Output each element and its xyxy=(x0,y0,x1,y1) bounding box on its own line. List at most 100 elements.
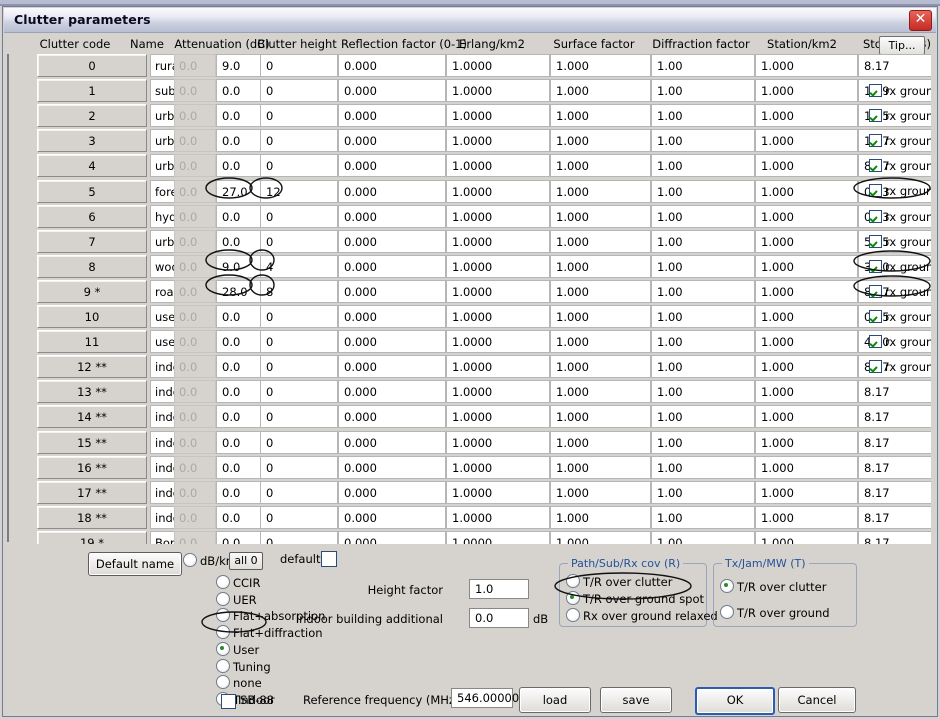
model-option-user[interactable]: User xyxy=(216,641,259,657)
cell-atten[interactable]: 0.0 xyxy=(216,380,264,404)
cell-stddev[interactable]: 8.17 xyxy=(858,530,931,544)
cell-height[interactable]: 0 xyxy=(260,480,338,504)
table-row[interactable]: 6hydro0.00.000.0001.00001.0001.001.0000.… xyxy=(9,204,931,230)
cell-height[interactable]: 8 xyxy=(260,279,338,303)
cell-erlang[interactable]: 1.0000 xyxy=(446,154,550,178)
cell-surface[interactable]: 1.000 xyxy=(550,455,651,479)
cell-erlang[interactable]: 1.0000 xyxy=(446,355,550,379)
cell-erlang[interactable]: 1.0000 xyxy=(446,129,550,153)
cell-atten[interactable]: 9.0 xyxy=(216,54,264,77)
reference-frequency-input[interactable]: 546.00000 xyxy=(451,688,519,708)
cell-height[interactable]: 0 xyxy=(260,305,338,328)
cell-height[interactable]: 0 xyxy=(260,129,338,153)
rx-ground-checkbox-row-8[interactable]: rx ground xyxy=(869,284,931,299)
cell-height[interactable]: 0 xyxy=(260,330,338,354)
table-row[interactable]: 19 *Border*0.00.000.0001.00001.0001.001.… xyxy=(9,530,931,544)
cell-reflection[interactable]: 0.000 xyxy=(338,480,446,504)
cell-stddev[interactable]: 8.17 xyxy=(858,505,931,529)
cell-reflection[interactable]: 0.000 xyxy=(338,505,446,529)
cell-erlang[interactable]: 1.0000 xyxy=(446,430,550,454)
cell-station[interactable]: 1.000 xyxy=(755,229,858,253)
table-row[interactable]: 17 **indoor 15 floors0.00.000.0001.00001… xyxy=(9,480,931,506)
cell-reflection[interactable]: 0.000 xyxy=(338,380,446,404)
table-row[interactable]: 0 rural 0.0 9.0 0 0.000 1.0000 1.000 1.00 1.000 8.… xyxy=(9,54,931,79)
cell-code[interactable]: 11 xyxy=(37,330,147,354)
cell-atten[interactable]: 0.0 xyxy=(216,505,264,529)
cell-height[interactable]: 0 xyxy=(260,104,338,128)
cell-station[interactable]: 1.000 xyxy=(755,455,858,479)
rx-ground-checkbox-row-1[interactable]: rx ground xyxy=(869,109,931,123)
cell-surface[interactable]: 1.000 xyxy=(550,254,651,278)
model-option-uer[interactable]: UER xyxy=(216,591,257,607)
cell-atten[interactable]: 0.0 xyxy=(216,455,264,479)
cell-atten[interactable]: 0.0 xyxy=(216,204,264,228)
cell-surface[interactable]: 1.000 xyxy=(550,405,651,429)
cell-atten[interactable]: 0.0 xyxy=(216,104,264,128)
cell-height[interactable]: 0 xyxy=(260,505,338,529)
model-option-tuning[interactable]: Tuning xyxy=(216,658,271,674)
rx-ground-checkbox-row-0[interactable]: rx ground xyxy=(869,84,931,98)
rx-ground-checkbox-row-9[interactable]: rx ground xyxy=(869,309,931,324)
cell-surface[interactable]: 1.000 xyxy=(550,154,651,178)
indoor-checkbox[interactable] xyxy=(221,694,236,709)
model-option-ccir[interactable]: CCIR xyxy=(216,575,260,590)
cell-atten[interactable]: 0.0 xyxy=(216,154,264,178)
cell-code[interactable]: 3 xyxy=(37,129,147,153)
cell-surface[interactable]: 1.000 xyxy=(550,430,651,454)
cell-height[interactable]: 0 xyxy=(260,154,338,178)
cell-diffraction[interactable]: 1.00 xyxy=(651,104,755,128)
model-option-flat-diffraction[interactable]: Flat+diffraction xyxy=(216,625,323,640)
cell-atten[interactable]: 0.0 xyxy=(216,480,264,504)
cell-surface[interactable]: 1.000 xyxy=(550,530,651,544)
cell-diffraction[interactable]: 1.00 xyxy=(651,279,755,303)
table-row[interactable]: 15 **indoor 8 floors0.00.000.0001.00001.… xyxy=(9,430,931,456)
default-checkbox[interactable] xyxy=(321,551,337,567)
cell-reflection[interactable]: 0.000 xyxy=(338,455,446,479)
cell-height[interactable]: 0 xyxy=(260,204,338,228)
cell-diffraction[interactable]: 1.00 xyxy=(651,79,755,103)
cell-code[interactable]: 6 xyxy=(37,204,147,228)
cell-atten[interactable]: 0.0 xyxy=(216,229,264,253)
rx-ground-checkbox-row-11[interactable]: rx ground xyxy=(869,360,931,374)
cell-station[interactable]: 1.000 xyxy=(755,505,858,529)
cell-atten[interactable]: 0.0 xyxy=(216,79,264,103)
cell-station[interactable]: 1.000 xyxy=(755,405,858,429)
cell-atten[interactable]: 28.0 xyxy=(216,279,264,303)
cell-erlang[interactable]: 1.0000 xyxy=(446,530,550,544)
close-icon[interactable]: ✕ xyxy=(909,10,932,31)
cell-code[interactable]: 0 xyxy=(37,54,147,77)
cell-diffraction[interactable]: 1.00 xyxy=(651,430,755,454)
cell-surface[interactable]: 1.000 xyxy=(550,480,651,504)
table-row[interactable]: 10user 10.00.000.0001.00001.0001.001.000… xyxy=(9,305,931,330)
cell-surface[interactable]: 1.000 xyxy=(550,179,651,203)
cell-station[interactable]: 1.000 xyxy=(755,79,858,103)
cell-station[interactable]: 1.000 xyxy=(755,154,858,178)
cell-diffraction[interactable]: 1.00 xyxy=(651,204,755,228)
rx-ground-checkbox-row-5[interactable]: rx ground xyxy=(869,209,931,224)
cell-station[interactable]: 1.000 xyxy=(755,530,858,544)
cell-reflection[interactable]: 0.000 xyxy=(338,430,446,454)
rx-ground-checkbox-row-2[interactable]: rx ground xyxy=(869,134,931,148)
cell-diffraction[interactable]: 1.00 xyxy=(651,154,755,178)
cell-erlang[interactable]: 1.0000 xyxy=(446,204,550,228)
cell-diffraction[interactable]: 1.00 xyxy=(651,405,755,429)
cell-stddev[interactable]: 8.17 xyxy=(858,54,931,77)
cell-diffraction[interactable]: 1.00 xyxy=(651,229,755,253)
cell-erlang[interactable]: 1.0000 xyxy=(446,279,550,303)
cell-station[interactable]: 1.000 xyxy=(755,179,858,203)
indoor-building-input[interactable]: 0.0 xyxy=(469,608,529,628)
cell-atten[interactable]: 0.0 xyxy=(216,530,264,544)
cell-code[interactable]: 14 ** xyxy=(37,405,147,429)
cell-surface[interactable]: 1.000 xyxy=(550,229,651,253)
cell-height[interactable]: 12 xyxy=(260,179,338,203)
model-option-none[interactable]: none xyxy=(216,675,262,690)
cell-reflection[interactable]: 0.000 xyxy=(338,154,446,178)
cell-stddev[interactable]: 8.17 xyxy=(858,405,931,429)
cell-diffraction[interactable]: 1.00 xyxy=(651,505,755,529)
cell-height[interactable]: 0 xyxy=(260,380,338,404)
cell-erlang[interactable]: 1.0000 xyxy=(446,455,550,479)
cell-height[interactable]: 0 xyxy=(260,54,338,77)
cell-diffraction[interactable]: 1.00 xyxy=(651,254,755,278)
cell-reflection[interactable]: 0.000 xyxy=(338,279,446,303)
cell-erlang[interactable]: 1.0000 xyxy=(446,229,550,253)
